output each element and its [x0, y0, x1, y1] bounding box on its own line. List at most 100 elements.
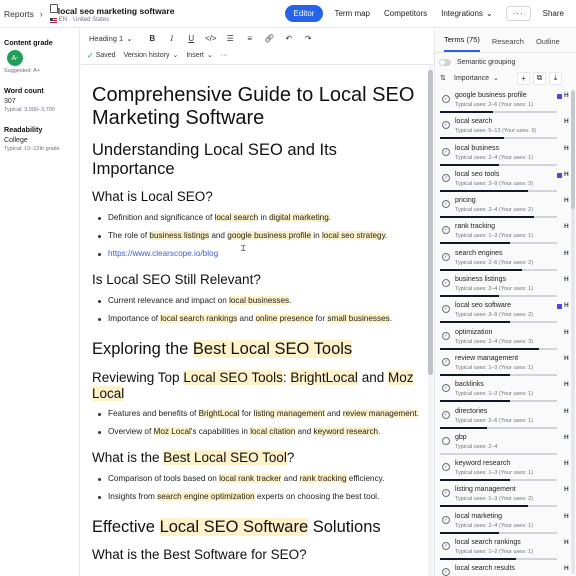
document-body[interactable]: Comprehensive Guide to Local SEO Marketi…: [92, 84, 422, 563]
term-usage-bar-fill: [440, 373, 511, 376]
term-usage-bar-fill: [440, 242, 511, 245]
text-fragment: in: [258, 213, 270, 222]
term-row[interactable]: gbp Typical uses: 2–4 H: [440, 431, 574, 457]
toolbar-more-button[interactable]: ···: [221, 52, 228, 59]
term-usage-bar: [440, 163, 557, 166]
list-item[interactable]: https://www.clearscope.io/blog: [92, 245, 422, 263]
breadcrumb-reports[interactable]: Reports: [4, 9, 34, 19]
doc-heading-2[interactable]: Understanding Local SEO and Its Importan…: [92, 141, 422, 179]
text-fragment: What is the: [92, 450, 164, 465]
term-row[interactable]: ✓ local seo tools Typical uses: 3–9 (Your …: [440, 168, 574, 194]
italic-icon[interactable]: I: [162, 34, 182, 43]
term-name: keyword research: [455, 460, 511, 468]
bold-icon[interactable]: B: [143, 34, 163, 43]
redo-icon[interactable]: ↷: [299, 34, 319, 43]
undo-icon[interactable]: ↶: [279, 34, 299, 43]
tab-research[interactable]: Research: [492, 37, 524, 52]
term-check-icon: ✓: [442, 279, 450, 288]
blog-link[interactable]: https://www.clearscope.io/blog: [108, 249, 218, 258]
bullet-list: Features and benefits of BrightLocal for…: [92, 405, 422, 441]
heading-badge-icon: H: [564, 276, 569, 284]
term-row[interactable]: ✓ local search Typical uses: 5–13 (Your us…: [440, 115, 574, 141]
term-row[interactable]: ✓ business listings Typical uses: 2–4 (You…: [440, 273, 574, 299]
download-icon[interactable]: ⤓: [549, 71, 562, 85]
link-icon[interactable]: 🔗︎: [260, 34, 280, 43]
term-uses: Typical uses: 3–9 (Your uses: 3): [455, 180, 534, 187]
term-row[interactable]: ✓ keyword research Typical uses: 1–3 (Your…: [440, 457, 574, 483]
term-check-icon: ✓: [442, 515, 450, 524]
doc-heading-3[interactable]: Reviewing Top Local SEO Tools: BrightLoc…: [92, 370, 422, 402]
underline-icon[interactable]: U: [182, 34, 202, 43]
text-fragment: .: [289, 296, 292, 305]
text-fragment: and: [209, 231, 228, 240]
list-item[interactable]: Features and benefits of BrightLocal for…: [92, 405, 422, 423]
term-row[interactable]: ✓ pricing Typical uses: 2–4 (Your uses: 2)…: [440, 194, 574, 220]
heading-badge-icon: H: [564, 328, 569, 336]
list-item[interactable]: Overview of Moz Local's capabilities in …: [92, 423, 422, 441]
word-count-value: 307: [4, 98, 16, 105]
editor-scrollbar-thumb[interactable]: [428, 70, 433, 375]
document-title[interactable]: local seo marketing software: [58, 6, 175, 16]
list-item[interactable]: The role of business listings and google…: [92, 227, 422, 245]
heading-badge-icon: H: [564, 354, 569, 362]
tab-outline[interactable]: Outline: [536, 37, 560, 52]
sort-icon[interactable]: ⇅: [440, 74, 454, 82]
terms-scrollbar-thumb[interactable]: [571, 91, 575, 209]
sort-dropdown[interactable]: Importance ⌄: [454, 74, 514, 83]
highlighted-term: local businesses: [229, 296, 290, 305]
bullet-list-icon[interactable]: ☰: [221, 34, 241, 43]
highlighted-term: search engine optimization: [157, 492, 255, 501]
term-row[interactable]: ✓ local search rankings Typical uses: 1–2 …: [440, 536, 574, 562]
term-row[interactable]: ✓ local search results H: [440, 562, 574, 576]
doc-heading-3[interactable]: What is the Best Software for SEO?: [92, 547, 422, 563]
chevron-down-icon: ⌄: [126, 33, 133, 43]
semantic-grouping-toggle[interactable]: [439, 59, 451, 66]
term-row[interactable]: ✓ backlinks Typical uses: 1–3 (Your uses: …: [440, 378, 574, 404]
doc-heading-3[interactable]: Is Local SEO Still Relevant?: [92, 272, 422, 288]
top-nav: Editor Term map Competitors Integrations…: [284, 5, 572, 22]
numbered-list-icon[interactable]: ≡: [240, 34, 260, 43]
list-item[interactable]: Insights from search engine optimization…: [92, 488, 422, 506]
heading-select[interactable]: Heading 1 ⌄: [89, 34, 133, 43]
term-row[interactable]: ✓ local seo software Typical uses: 3–9 (Yo…: [440, 299, 574, 325]
doc-heading-1[interactable]: Comprehensive Guide to Local SEO Marketi…: [92, 84, 422, 130]
text-fragment: Overview of: [108, 427, 154, 436]
share-button[interactable]: Share: [535, 5, 572, 22]
term-name: search engines: [455, 249, 503, 257]
doc-heading-2[interactable]: Exploring the Best Local SEO Tools: [92, 340, 422, 359]
version-history-dropdown[interactable]: Version history ⌄: [124, 51, 179, 60]
tab-terms[interactable]: Terms (75): [444, 35, 480, 52]
editor-toolbar: Heading 1 ⌄ B I U </> ☰ ≡ 🔗︎ ↶ ↷ ✓ Saved…: [81, 29, 433, 65]
tab-integrations[interactable]: Integrations ⌄: [434, 5, 500, 22]
term-row[interactable]: ✓ local marketing Typical uses: 2–4 (Your …: [440, 510, 574, 536]
term-row[interactable]: ✓ directories Typical uses: 2–6 (Your uses…: [440, 405, 574, 431]
doc-heading-3[interactable]: What is the Best Local SEO Tool?: [92, 450, 422, 466]
list-item[interactable]: Definition and significance of local sea…: [92, 209, 422, 227]
doc-heading-3[interactable]: What is Local SEO?: [92, 189, 422, 205]
more-button[interactable]: ···: [505, 6, 531, 21]
doc-heading-2[interactable]: Effective Local SEO Software Solutions: [92, 518, 422, 537]
term-row[interactable]: ✓ rank tracking Typical uses: 1–3 (Your us…: [440, 220, 574, 246]
term-row[interactable]: ✓ review management Typical uses: 1–3 (You…: [440, 352, 574, 378]
text-fragment: Exploring the: [92, 340, 193, 358]
insert-dropdown[interactable]: Insert ⌄: [186, 51, 212, 60]
code-icon[interactable]: </>: [201, 34, 221, 43]
tab-competitors[interactable]: Competitors: [377, 5, 434, 22]
term-row[interactable]: ✓ google business profile Typical uses: 2–…: [440, 89, 574, 115]
saved-status: ✓ Saved: [87, 51, 116, 60]
list-item[interactable]: Importance of local search rankings and …: [92, 310, 422, 328]
term-name: backlinks: [455, 381, 484, 389]
term-row[interactable]: ✓ optimization Typical uses: 2–4 (Your use…: [440, 326, 574, 352]
chevron-down-icon: ⌄: [485, 9, 493, 18]
copy-icon[interactable]: ⧉: [533, 71, 546, 85]
text-fragment: and: [295, 427, 314, 436]
term-row[interactable]: ✓ local business Typical uses: 2–4 (Your u…: [440, 142, 574, 168]
tab-term-map[interactable]: Term map: [327, 5, 377, 22]
list-item[interactable]: Current relevance and impact on local bu…: [92, 292, 422, 310]
text-fragment: 's capabilities in: [190, 427, 251, 436]
list-item[interactable]: Comparison of tools based on local rank …: [92, 470, 422, 488]
term-row[interactable]: ✓ search engines Typical uses: 2–6 (Your u…: [440, 247, 574, 273]
term-row[interactable]: ✓ listing management Typical uses: 1–3 (Yo…: [440, 483, 574, 509]
add-term-icon[interactable]: +: [517, 71, 530, 85]
tab-editor[interactable]: Editor: [284, 5, 324, 22]
